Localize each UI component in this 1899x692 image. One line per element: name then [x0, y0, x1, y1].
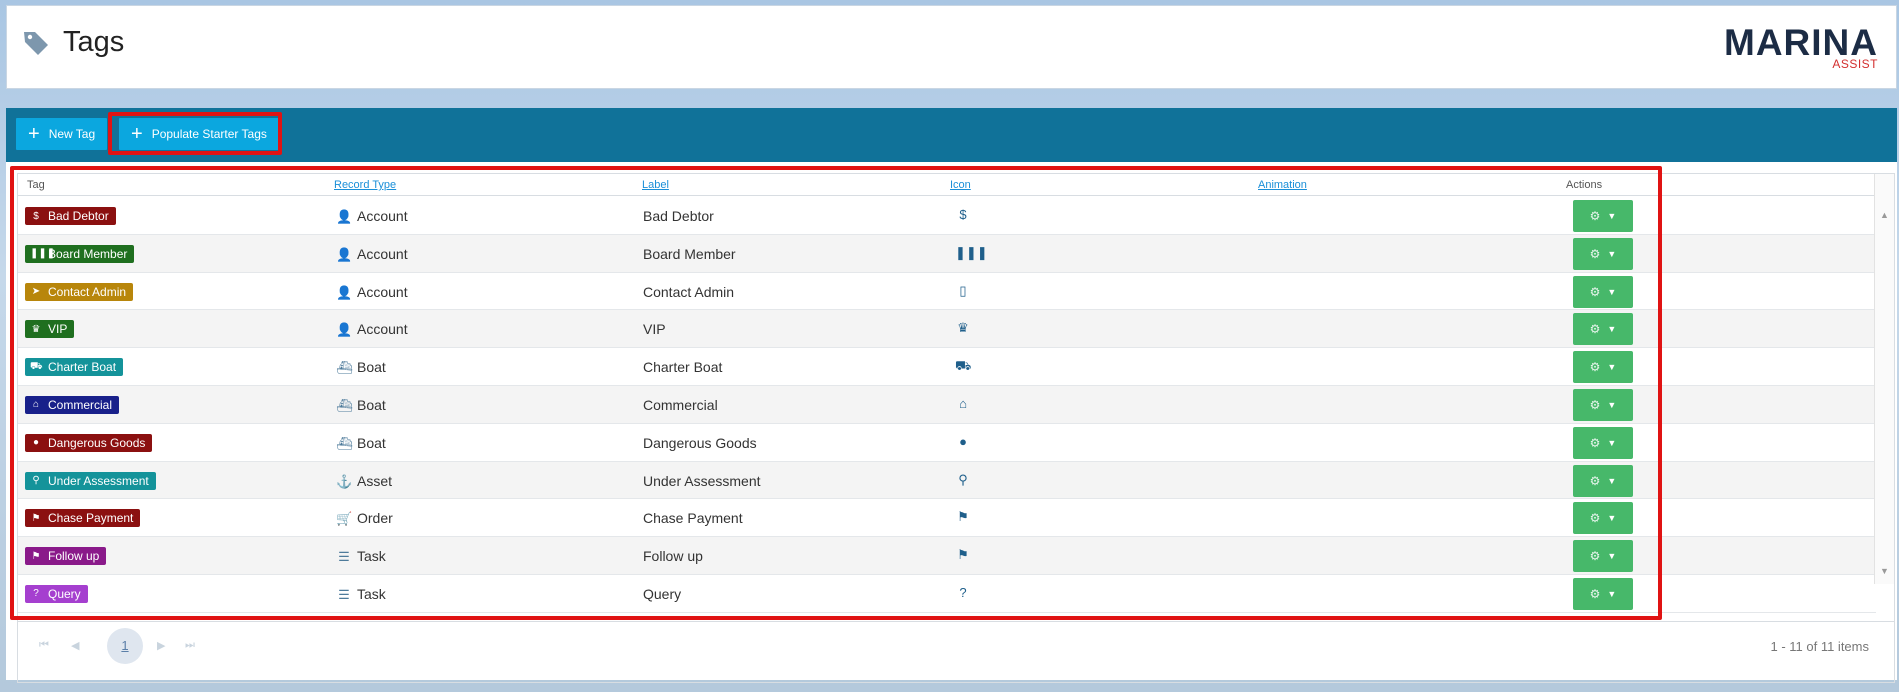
logo-subtext: ASSIST — [1832, 57, 1878, 71]
scroll-up-icon[interactable]: ▲ — [1880, 210, 1889, 220]
previous-page-icon[interactable]: ◀ — [71, 639, 79, 652]
pager-info: 1 - 11 of 11 items — [1770, 639, 1869, 654]
first-page-icon[interactable]: ⏮ — [39, 639, 49, 652]
marina-assist-logo: MARINA ASSIST — [1724, 22, 1878, 72]
page-title: Tags — [63, 26, 125, 58]
new-tag-button[interactable]: + New Tag — [16, 118, 108, 150]
pager: ⏮ ◀ 1 ▶ ⏭ 1 - 11 of 11 items — [17, 621, 1895, 671]
last-page-icon[interactable]: ⏭ — [185, 639, 195, 652]
page-header: Tags MARINA ASSIST — [6, 5, 1897, 89]
highlight-box-populate — [108, 112, 282, 155]
toolbar: + New Tag + Populate Starter Tags — [6, 108, 1897, 162]
vertical-scrollbar[interactable]: ▲ ▼ — [1874, 174, 1894, 584]
current-page-button[interactable]: 1 — [107, 628, 143, 664]
next-page-icon[interactable]: ▶ — [157, 639, 165, 652]
highlight-box-grid — [10, 166, 1662, 620]
tag-icon — [24, 32, 48, 55]
new-tag-label: New Tag — [48, 127, 96, 141]
scroll-down-icon[interactable]: ▼ — [1880, 566, 1889, 576]
plus-icon: + — [28, 123, 40, 145]
